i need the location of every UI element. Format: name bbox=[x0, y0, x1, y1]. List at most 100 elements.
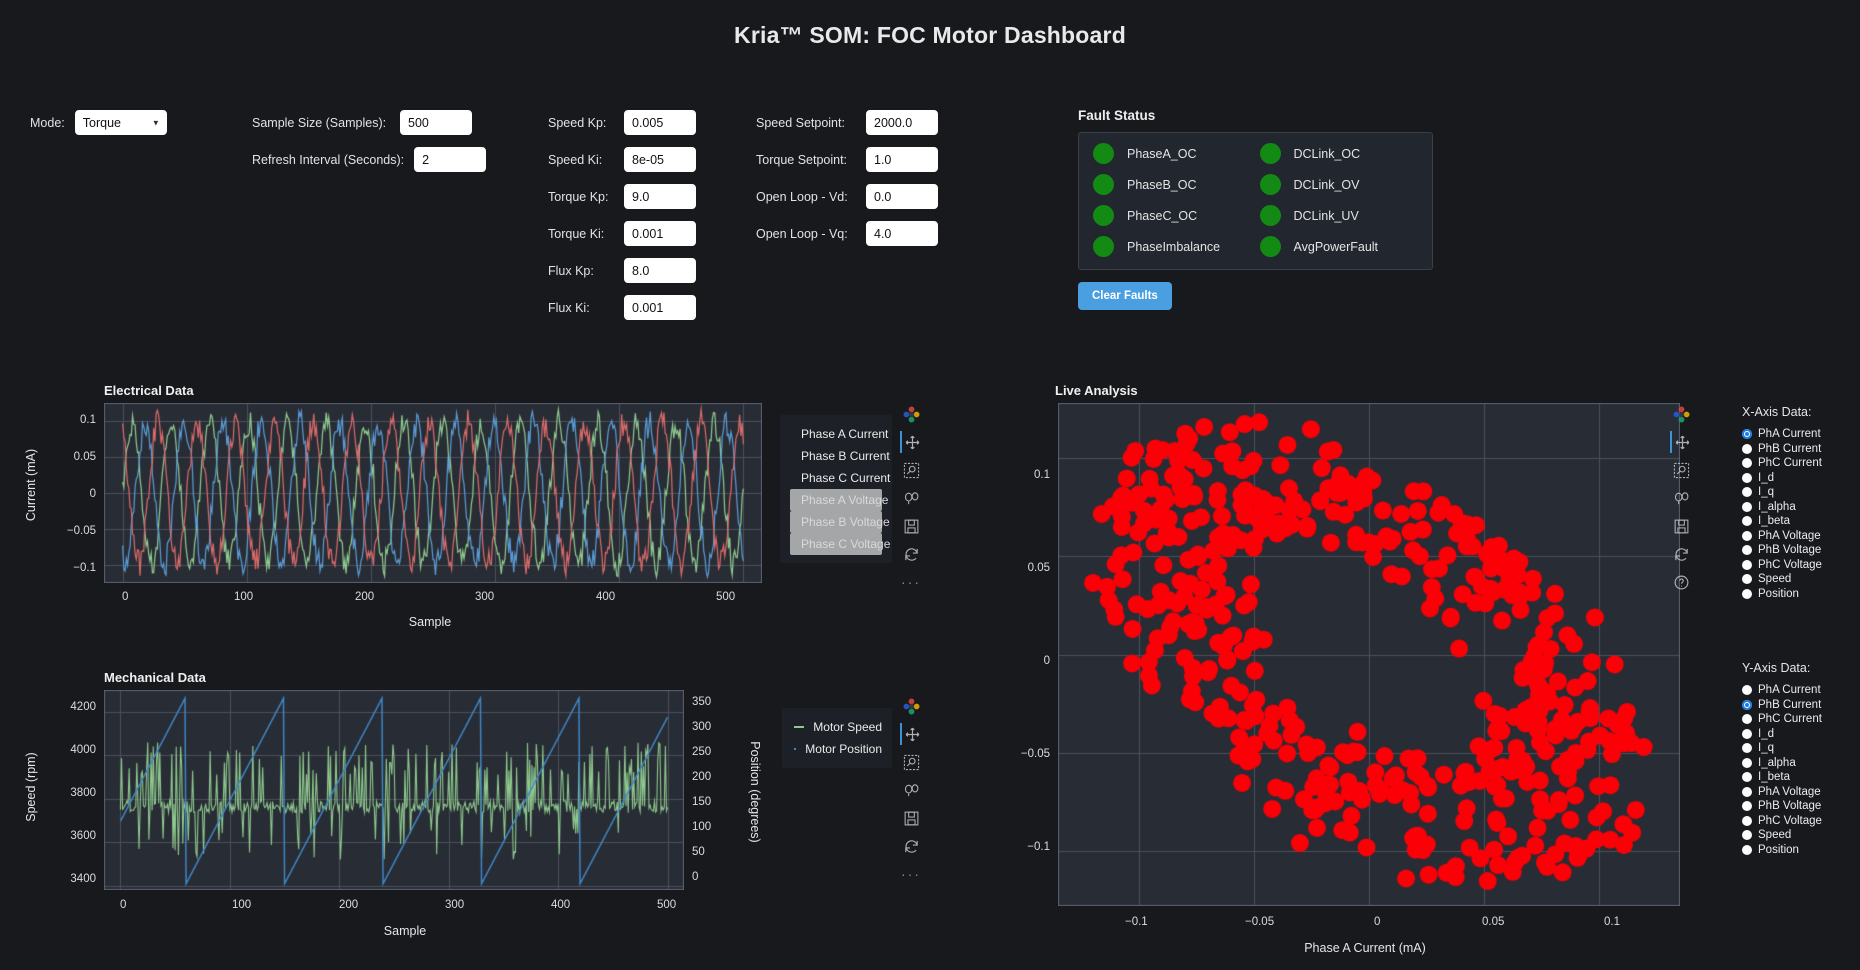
legend-item-phase-c-current[interactable]: Phase C Current bbox=[790, 467, 890, 489]
radio-y-phc-voltage[interactable]: PhC Voltage bbox=[1742, 814, 1822, 829]
radio-y-pha-voltage[interactable]: PhA Voltage bbox=[1742, 785, 1822, 800]
radio-x-pha-current[interactable]: PhA Current bbox=[1742, 427, 1822, 442]
radio-dot-icon[interactable] bbox=[1742, 714, 1752, 725]
radio-dot-icon[interactable] bbox=[1742, 588, 1752, 599]
speed-kp-input[interactable] bbox=[624, 110, 696, 135]
radio-y-speed[interactable]: Speed bbox=[1742, 828, 1822, 843]
help-icon[interactable] bbox=[1670, 571, 1692, 593]
clear-faults-button[interactable]: Clear Faults bbox=[1078, 282, 1172, 310]
save-image-icon[interactable] bbox=[900, 807, 922, 829]
legend-item-phase-c-voltage[interactable]: Phase C Voltage bbox=[790, 533, 890, 555]
legend-item-phase-a-current[interactable]: Phase A Current bbox=[790, 423, 888, 445]
speed-setpoint-input[interactable] bbox=[866, 110, 938, 135]
radio-x-speed[interactable]: Speed bbox=[1742, 572, 1822, 587]
legend-item-phase-b-voltage[interactable]: Phase B Voltage bbox=[790, 511, 890, 533]
radio-dot-icon[interactable] bbox=[1742, 530, 1752, 541]
radio-y-i-q[interactable]: I_q bbox=[1742, 741, 1822, 756]
open-loop-vd-input[interactable] bbox=[866, 184, 938, 209]
plotly-logo-icon[interactable] bbox=[900, 695, 922, 717]
save-image-icon[interactable] bbox=[1670, 515, 1692, 537]
radio-dot-icon[interactable] bbox=[1742, 830, 1752, 841]
pan-icon[interactable] bbox=[1670, 431, 1692, 453]
refresh-interval-input[interactable] bbox=[414, 147, 487, 172]
radio-dot-icon[interactable] bbox=[1742, 574, 1752, 585]
zoom-box-icon[interactable] bbox=[900, 459, 922, 481]
radio-x-phc-voltage[interactable]: PhC Voltage bbox=[1742, 558, 1822, 573]
reset-axes-icon[interactable] bbox=[900, 543, 922, 565]
radio-y-phb-voltage[interactable]: PhB Voltage bbox=[1742, 799, 1822, 814]
plotly-logo-icon[interactable] bbox=[900, 403, 922, 425]
radio-x-pha-voltage[interactable]: PhA Voltage bbox=[1742, 529, 1822, 544]
radio-y-phc-current[interactable]: PhC Current bbox=[1742, 712, 1822, 727]
plotly-logo-icon[interactable] bbox=[1670, 403, 1692, 425]
fault-status-panel: Fault Status PhaseA_OC DCLink_OC PhaseB_… bbox=[1078, 108, 1433, 310]
radio-dot-icon[interactable] bbox=[1742, 685, 1752, 696]
electrical-data-plot[interactable] bbox=[104, 403, 762, 583]
sample-size-input[interactable] bbox=[400, 110, 472, 135]
radio-x-phc-current[interactable]: PhC Current bbox=[1742, 456, 1822, 471]
live-analysis-modebar[interactable] bbox=[1670, 403, 1692, 599]
radio-dot-icon[interactable] bbox=[1742, 429, 1752, 440]
radio-dot-icon[interactable] bbox=[1742, 443, 1752, 454]
radio-dot-icon[interactable] bbox=[1742, 728, 1752, 739]
mode-select[interactable]: Torque bbox=[74, 110, 167, 135]
pan-icon[interactable] bbox=[900, 723, 922, 745]
mechanical-data-plot[interactable] bbox=[104, 690, 684, 890]
radio-x-phb-voltage[interactable]: PhB Voltage bbox=[1742, 543, 1822, 558]
radio-dot-icon[interactable] bbox=[1742, 516, 1752, 527]
radio-y-i-d[interactable]: I_d bbox=[1742, 727, 1822, 742]
torque-kp-input[interactable] bbox=[624, 184, 696, 209]
flux-ki-input[interactable] bbox=[624, 295, 696, 320]
open-loop-vq-row: Open Loop - Vq: bbox=[756, 215, 956, 252]
radio-dot-icon[interactable] bbox=[1742, 501, 1752, 512]
save-image-icon[interactable] bbox=[900, 515, 922, 537]
radio-x-i-q[interactable]: I_q bbox=[1742, 485, 1822, 500]
radio-y-position[interactable]: Position bbox=[1742, 843, 1822, 858]
more-options-icon[interactable]: ··· bbox=[900, 863, 922, 885]
radio-dot-icon[interactable] bbox=[1742, 545, 1752, 556]
flux-kp-input[interactable] bbox=[624, 258, 696, 283]
reset-axes-icon[interactable] bbox=[1670, 543, 1692, 565]
pan-icon[interactable] bbox=[900, 431, 922, 453]
radio-dot-icon[interactable] bbox=[1742, 487, 1752, 498]
electrical-modebar[interactable]: ··· bbox=[900, 403, 922, 599]
radio-dot-icon[interactable] bbox=[1742, 472, 1752, 483]
more-options-icon[interactable]: ··· bbox=[900, 571, 922, 593]
speed-ki-input[interactable] bbox=[624, 147, 696, 172]
legend-item-motor-speed[interactable]: Motor Speed bbox=[792, 716, 882, 738]
lasso-select-icon[interactable] bbox=[900, 487, 922, 509]
radio-y-phb-current[interactable]: PhB Current bbox=[1742, 698, 1822, 713]
open-loop-vq-input[interactable] bbox=[866, 221, 938, 246]
legend-item-phase-b-current[interactable]: Phase B Current bbox=[790, 445, 890, 467]
legend-item-motor-position[interactable]: Motor Position bbox=[792, 738, 882, 760]
radio-x-i-beta[interactable]: I_beta bbox=[1742, 514, 1822, 529]
live-analysis-plot[interactable] bbox=[1058, 403, 1680, 906]
torque-ki-input[interactable] bbox=[624, 221, 696, 246]
radio-x-i-d[interactable]: I_d bbox=[1742, 471, 1822, 486]
lasso-select-icon[interactable] bbox=[900, 779, 922, 801]
radio-dot-icon[interactable] bbox=[1742, 801, 1752, 812]
radio-y-pha-current[interactable]: PhA Current bbox=[1742, 683, 1822, 698]
radio-x-position[interactable]: Position bbox=[1742, 587, 1822, 602]
radio-y-i-beta[interactable]: I_beta bbox=[1742, 770, 1822, 785]
radio-dot-icon[interactable] bbox=[1742, 743, 1752, 754]
legend-item-phase-a-voltage[interactable]: Phase A Voltage bbox=[790, 489, 888, 511]
radio-dot-icon[interactable] bbox=[1742, 786, 1752, 797]
radio-dot-icon[interactable] bbox=[1742, 699, 1752, 710]
radio-dot-icon[interactable] bbox=[1742, 757, 1752, 768]
radio-x-i-alpha[interactable]: I_alpha bbox=[1742, 500, 1822, 515]
radio-dot-icon[interactable] bbox=[1742, 458, 1752, 469]
radio-dot-icon[interactable] bbox=[1742, 844, 1752, 855]
radio-dot-icon[interactable] bbox=[1742, 772, 1752, 783]
radio-x-phb-current[interactable]: PhB Current bbox=[1742, 442, 1822, 457]
mode-select-wrap[interactable]: Torque ▼ bbox=[74, 110, 167, 135]
radio-dot-icon[interactable] bbox=[1742, 559, 1752, 570]
zoom-box-icon[interactable] bbox=[1670, 459, 1692, 481]
radio-y-i-alpha[interactable]: I_alpha bbox=[1742, 756, 1822, 771]
reset-axes-icon[interactable] bbox=[900, 835, 922, 857]
torque-setpoint-input[interactable] bbox=[866, 147, 938, 172]
mechanical-modebar[interactable]: ··· bbox=[900, 695, 922, 891]
zoom-box-icon[interactable] bbox=[900, 751, 922, 773]
radio-dot-icon[interactable] bbox=[1742, 815, 1752, 826]
lasso-select-icon[interactable] bbox=[1670, 487, 1692, 509]
